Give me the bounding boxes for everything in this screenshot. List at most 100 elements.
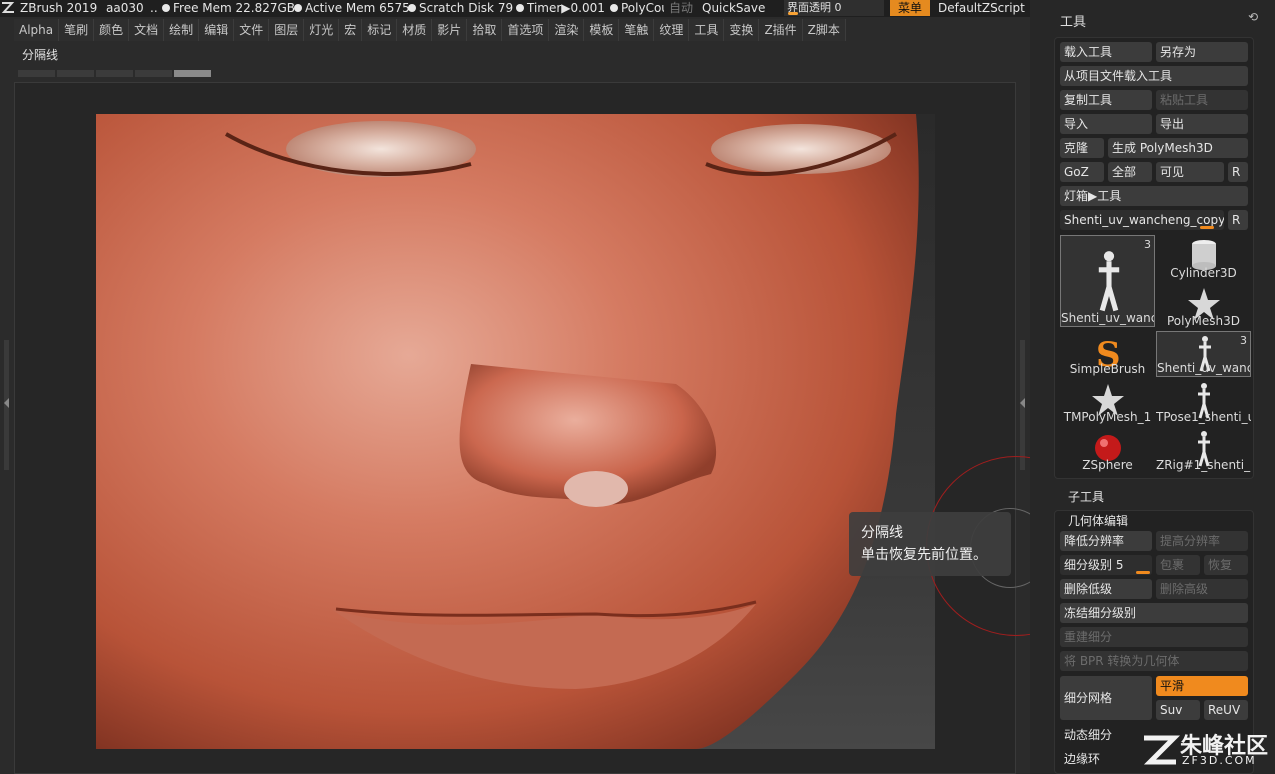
menu-item[interactable]: 宏	[339, 19, 363, 41]
menu-item[interactable]: Z插件	[759, 19, 803, 41]
menu-item[interactable]: 颜色	[94, 19, 130, 41]
tool-thumbnail[interactable]: TPose1_shenti_u	[1156, 379, 1251, 425]
tool-thumbnail[interactable]: ZSphere	[1060, 427, 1155, 473]
tool-thumbnail[interactable]: Shenti_uv_wanc 3	[1060, 235, 1155, 327]
export-button[interactable]: 导出	[1156, 114, 1248, 134]
all-button[interactable]: 全部	[1108, 162, 1152, 182]
menu-button[interactable]: 菜单	[890, 0, 930, 16]
menu-item[interactable]: 绘制	[164, 19, 200, 41]
tool-palette-title[interactable]: 工具	[1060, 11, 1086, 30]
edge-loop-header[interactable]: 边缘环	[1064, 750, 1100, 767]
strip-tab[interactable]	[57, 70, 94, 77]
cage-button[interactable]: 包裹	[1156, 555, 1200, 575]
strip-tab[interactable]	[96, 70, 133, 77]
main-menu-bar: Alpha 笔刷 颜色 文档 绘制 编辑 文件 图层 灯光宏标记 材质 影片 拾取 首选项 渲染 模板 笔触纹…	[14, 19, 846, 41]
menu-item[interactable]: 图层	[269, 19, 305, 41]
status-dot-icon	[162, 4, 170, 12]
clone-button[interactable]: 克隆	[1060, 138, 1104, 158]
menu-item[interactable]: 编辑	[199, 19, 235, 41]
tool-thumbnail-label: TMPolyMesh_1	[1063, 410, 1152, 424]
menu-item[interactable]: 文档	[129, 19, 165, 41]
slider-handle[interactable]	[1200, 226, 1214, 229]
zbrush-window: ZBrush 2019 aa030 .. Free Mem 22.827GB A…	[0, 0, 1275, 774]
menu-item[interactable]: 笔触	[619, 19, 655, 41]
bpr-to-geo-button[interactable]: 将 BPR 转换为几何体	[1060, 651, 1248, 671]
tool-thumbnail[interactable]: Cylinder3D	[1156, 235, 1251, 281]
load-tool-button[interactable]: 载入工具	[1060, 42, 1152, 62]
copy-tool-button[interactable]: 复制工具	[1060, 90, 1152, 110]
reuv-toggle[interactable]: ReUV	[1204, 700, 1248, 720]
slider-handle[interactable]	[788, 12, 798, 15]
tool-thumbnail[interactable]: Shenti_uv_wanc 3	[1156, 331, 1251, 377]
slider-handle[interactable]	[1136, 571, 1150, 574]
delete-lower-button[interactable]: 删除低级	[1060, 579, 1152, 599]
zbrush-logo-icon[interactable]	[0, 0, 16, 17]
quicksave-button[interactable]: QuickSave	[702, 0, 765, 16]
tool-thumbnail-label: TPose1_shenti_u	[1156, 410, 1251, 424]
right-tray-arrow-icon[interactable]	[1020, 398, 1025, 408]
menu-item[interactable]: 模板	[584, 19, 620, 41]
status-dot-icon	[294, 4, 302, 12]
menu-item[interactable]: 纹理	[654, 19, 690, 41]
menu-item[interactable]: Alpha	[14, 19, 60, 41]
tooltip-title: 分隔线	[861, 525, 903, 541]
save-as-button[interactable]: 另存为	[1156, 42, 1248, 62]
smooth-toggle[interactable]: 平滑	[1156, 676, 1248, 696]
default-zscript-button[interactable]: DefaultZScript	[938, 0, 1025, 16]
freeze-sdiv-button[interactable]: 冻结细分级别	[1060, 603, 1248, 623]
viewport-canvas[interactable]	[96, 114, 935, 749]
load-from-project-button[interactable]: 从项目文件载入工具	[1060, 66, 1248, 86]
sculpt-face-render[interactable]	[96, 114, 935, 749]
strip-tab-active[interactable]	[174, 70, 211, 77]
current-tool-slider[interactable]: Shenti_uv_wancheng_copy1	[1060, 210, 1224, 230]
instance-count: 3	[1144, 238, 1151, 251]
goz-button[interactable]: GoZ	[1060, 162, 1104, 182]
menu-item[interactable]: 拾取	[467, 19, 503, 41]
menu-item[interactable]: 标记	[362, 19, 398, 41]
menu-item[interactable]: 材质	[397, 19, 433, 41]
menu-item[interactable]: 笔刷	[59, 19, 95, 41]
divide-button[interactable]: 细分网格	[1060, 676, 1152, 720]
tool-thumbnail-label: Shenti_uv_wanc	[1061, 311, 1154, 325]
lightbox-tools-button[interactable]: 灯箱▶工具	[1060, 186, 1248, 206]
delete-higher-button[interactable]: 删除高级	[1156, 579, 1248, 599]
ui-opacity-slider[interactable]: 界面透明 0	[784, 0, 884, 16]
menu-item[interactable]: 首选项	[502, 19, 550, 41]
make-polymesh-button[interactable]: 生成 PolyMesh3D	[1108, 138, 1248, 158]
status-dot-icon	[516, 4, 524, 12]
menu-item[interactable]: 文件	[234, 19, 270, 41]
tool-thumbnail[interactable]: TMPolyMesh_1	[1060, 379, 1155, 425]
strip-tab[interactable]	[18, 70, 55, 77]
tooltip-text: 单击恢复先前位置。	[861, 547, 987, 563]
menu-item[interactable]: Z脚本	[802, 19, 846, 41]
dynamic-subdiv-header[interactable]: 动态细分	[1064, 726, 1112, 743]
tool-thumbnail[interactable]: S SimpleBrush	[1060, 331, 1155, 377]
menu-item[interactable]: 灯光	[304, 19, 340, 41]
paste-tool-button[interactable]: 粘贴工具	[1156, 90, 1248, 110]
reconstruct-subdiv-button[interactable]: 重建细分	[1060, 627, 1248, 647]
tool-palette: 工具 ⟲ 载入工具 另存为 从项目文件载入工具 复制工具 粘贴工具 导入 导出 …	[1030, 0, 1275, 774]
auto-save-label: 自动	[669, 1, 694, 15]
separator-palette-label[interactable]: 分隔线	[22, 46, 58, 63]
suv-toggle[interactable]: Suv	[1156, 700, 1200, 720]
sdiv-slider[interactable]: 细分级别 5	[1060, 555, 1152, 575]
current-tool-label: Shenti_uv_wancheng_copy1	[1064, 213, 1224, 227]
subtool-header[interactable]: 子工具	[1068, 488, 1104, 505]
left-tray-arrow-icon[interactable]	[4, 398, 9, 408]
r-button-2[interactable]: R	[1228, 210, 1248, 230]
r-button[interactable]: R	[1228, 162, 1248, 182]
lower-res-button[interactable]: 降低分辨率	[1060, 531, 1152, 551]
menu-item[interactable]: 变换	[724, 19, 760, 41]
palette-refresh-icon[interactable]: ⟲	[1248, 10, 1258, 24]
tool-thumbnail[interactable]: PolyMesh3D	[1156, 283, 1251, 329]
menu-item[interactable]: 渲染	[549, 19, 585, 41]
tool-thumbnail[interactable]: ZRig#1_shenti_u	[1156, 427, 1251, 473]
import-button[interactable]: 导入	[1060, 114, 1152, 134]
restore-button[interactable]: 恢复	[1204, 555, 1248, 575]
menu-item[interactable]: 工具	[689, 19, 725, 41]
menu-item[interactable]: 影片	[432, 19, 468, 41]
strip-tab[interactable]	[135, 70, 172, 77]
geometry-header[interactable]: 几何体编辑	[1068, 512, 1128, 529]
higher-res-button[interactable]: 提高分辨率	[1156, 531, 1248, 551]
visible-button[interactable]: 可见	[1156, 162, 1224, 182]
